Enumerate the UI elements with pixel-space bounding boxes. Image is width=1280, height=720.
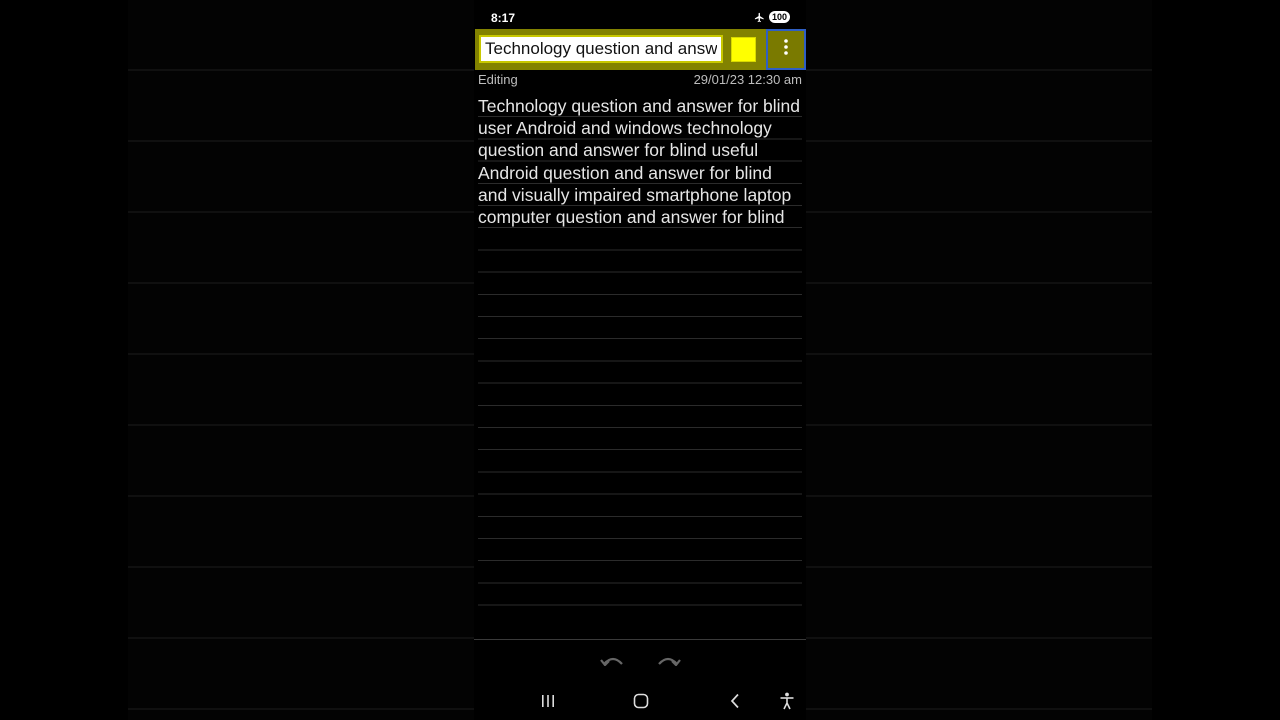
accessibility-icon[interactable] (775, 690, 799, 712)
phone-screen: 8:17 100 Editing 29/01/23 12:30 am (474, 0, 806, 720)
edit-status: Editing (478, 72, 518, 87)
airplane-icon (754, 12, 765, 23)
note-editor[interactable]: Technology question and answer for blind… (478, 95, 802, 625)
note-color-button[interactable] (731, 37, 756, 62)
undo-icon[interactable] (600, 654, 626, 666)
status-icons: 100 (754, 11, 790, 23)
edit-actions (474, 652, 806, 666)
note-title-field[interactable] (479, 35, 723, 63)
home-icon[interactable] (629, 690, 653, 712)
note-title-input[interactable] (481, 37, 721, 61)
battery-icon: 100 (768, 11, 790, 23)
recent-apps-icon[interactable] (536, 690, 560, 712)
note-toolbar (475, 29, 806, 70)
redo-icon[interactable] (655, 654, 681, 666)
note-date: 29/01/23 12:30 am (693, 72, 802, 87)
status-bar: 8:17 100 (474, 0, 806, 30)
divider (474, 639, 806, 640)
note-body-text[interactable]: Technology question and answer for blind… (478, 95, 802, 228)
screen: 8:17 100 Editing 29/01/23 12:30 am (0, 0, 1280, 720)
more-options-button[interactable] (766, 29, 806, 70)
status-time: 8:17 (491, 11, 516, 25)
system-navigation-bar (474, 682, 806, 720)
back-icon[interactable] (723, 690, 747, 712)
more-vertical-icon (783, 38, 789, 61)
note-meta: Editing 29/01/23 12:30 am (478, 72, 802, 88)
